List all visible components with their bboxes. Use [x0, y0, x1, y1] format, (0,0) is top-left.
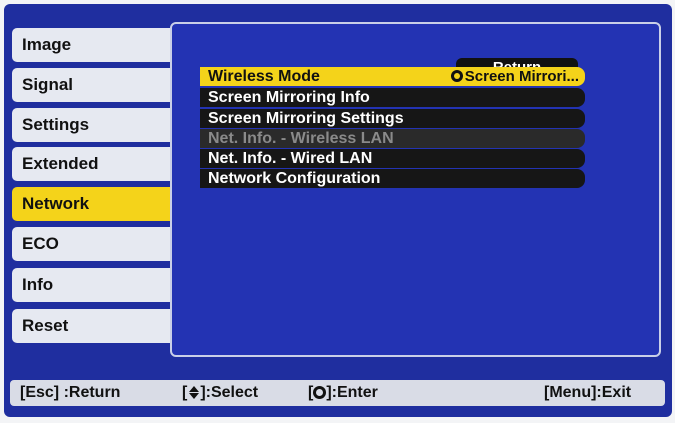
- menu-row-wireless-mode[interactable]: Wireless Mode Screen Mirrori...: [200, 67, 585, 86]
- sidebar-item-label: Reset: [22, 316, 69, 335]
- enter-icon: [450, 70, 463, 82]
- wireless-mode-value: Screen Mirrori...: [464, 68, 579, 85]
- sidebar-item-label: Extended: [22, 154, 99, 173]
- sidebar-item-label: Image: [22, 35, 72, 54]
- sidebar-item-image[interactable]: Image: [12, 28, 186, 62]
- sidebar-item-label: Signal: [22, 75, 74, 94]
- help-enter-text: ]:Enter: [326, 384, 378, 401]
- sidebar-item-label: Settings: [22, 115, 90, 134]
- help-enter: []:Enter: [308, 380, 378, 406]
- enter-icon: [313, 386, 327, 399]
- menu-row-net-info-wireless-lan: Net. Info. - Wireless LAN: [200, 129, 585, 148]
- row-label: Wireless Mode: [208, 68, 320, 85]
- menu-row-screen-mirroring-settings[interactable]: Screen Mirroring Settings: [200, 109, 585, 128]
- sidebar-item-signal[interactable]: Signal: [12, 68, 186, 102]
- row-label: Net. Info. - Wireless LAN: [208, 130, 394, 147]
- row-value: Screen Mirrori...: [450, 67, 579, 86]
- menu-row-net-info-wired-lan[interactable]: Net. Info. - Wired LAN: [200, 149, 585, 168]
- sidebar-item-label: ECO: [22, 234, 59, 253]
- sidebar-item-label: Network: [22, 194, 90, 213]
- sidebar-item-reset[interactable]: Reset: [12, 309, 186, 343]
- sidebar-item-info[interactable]: Info: [12, 268, 186, 302]
- help-esc-return: [Esc] :Return: [20, 384, 121, 401]
- help-menu-exit: [Menu]:Exit: [544, 384, 632, 401]
- sidebar-item-extended[interactable]: Extended: [12, 147, 186, 181]
- row-label: Net. Info. - Wired LAN: [208, 150, 373, 167]
- sidebar-item-settings[interactable]: Settings: [12, 108, 186, 142]
- menu-row-screen-mirroring-info[interactable]: Screen Mirroring Info: [200, 88, 585, 107]
- menu-row-network-configuration[interactable]: Network Configuration: [200, 169, 585, 188]
- sidebar-item-eco[interactable]: ECO: [12, 227, 186, 261]
- row-label: Screen Mirroring Settings: [208, 110, 404, 127]
- help-select-text: ]:Select: [200, 384, 259, 401]
- up-down-icon: [187, 386, 200, 399]
- help-select: []:Select: [182, 380, 258, 406]
- row-label: Network Configuration: [208, 170, 381, 187]
- row-label: Screen Mirroring Info: [208, 89, 370, 106]
- help-bar: [Esc] :Return []:Select []:Enter [Menu]:…: [10, 380, 665, 406]
- sidebar-item-label: Info: [22, 275, 54, 294]
- sidebar-item-network[interactable]: Network: [12, 187, 192, 221]
